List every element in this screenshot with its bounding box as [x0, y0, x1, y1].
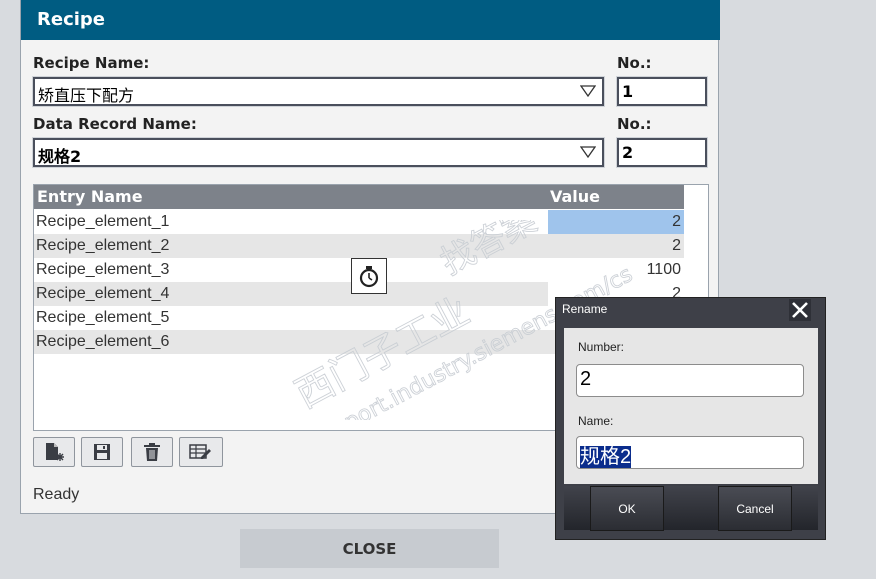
rename-record-button[interactable] [179, 437, 223, 467]
save-button[interactable] [81, 437, 123, 467]
recipe-title: Recipe [21, 0, 720, 40]
table-header: Entry Name Value [34, 185, 684, 209]
entry-name: Recipe_element_4 [36, 285, 170, 302]
number-label: Number: [578, 340, 625, 354]
entry-name: Recipe_element_3 [36, 261, 170, 278]
rename-dialog-title: Rename [562, 302, 608, 316]
table-row[interactable]: Recipe_element_1 2 [34, 210, 684, 234]
save-icon [94, 444, 110, 460]
entry-name: Recipe_element_2 [36, 237, 170, 254]
entry-name: Recipe_element_5 [36, 309, 170, 326]
stopwatch-icon [351, 258, 387, 294]
new-record-icon [46, 443, 64, 461]
rename-dialog-footer: OK Cancel [564, 486, 818, 531]
close-icon[interactable] [789, 299, 811, 321]
delete-button[interactable] [131, 437, 173, 467]
column-value: Value [550, 187, 601, 206]
column-entry-name: Entry Name [37, 187, 143, 206]
ok-button[interactable]: OK [590, 486, 664, 531]
recipe-name-value: 矫直压下配方 [38, 86, 135, 105]
chevron-down-icon [580, 85, 596, 97]
entry-value: 2 [672, 213, 681, 230]
record-no-field[interactable]: 2 [616, 137, 708, 168]
name-input-selected-text: 规格2 [580, 446, 632, 468]
entry-name: Recipe_element_6 [36, 333, 170, 350]
recipe-no-field[interactable]: 1 [616, 76, 708, 107]
new-record-button[interactable] [33, 437, 75, 467]
recipe-name-label: Recipe Name: [33, 54, 150, 72]
rename-dialog: Rename Number: 2 Name: 规格2 OK Cancel [555, 297, 826, 540]
name-label: Name: [578, 414, 614, 428]
entry-value: 1100 [646, 261, 681, 278]
close-button[interactable]: CLOSE [240, 529, 499, 568]
record-no-label: No.: [617, 115, 652, 133]
data-record-value: 规格2 [38, 147, 82, 166]
status-text: Ready [33, 486, 80, 503]
delete-icon [144, 443, 160, 461]
chevron-down-icon [580, 146, 596, 158]
recipe-no-label: No.: [617, 54, 652, 72]
number-input[interactable]: 2 [576, 364, 804, 397]
data-record-name-label: Data Record Name: [33, 115, 197, 133]
name-input[interactable]: 规格2 [576, 436, 804, 469]
value-cell-selected [548, 210, 684, 234]
entry-name: Recipe_element_1 [36, 213, 170, 230]
table-row[interactable]: Recipe_element_2 2 [34, 234, 684, 258]
recipe-name-dropdown[interactable]: 矫直压下配方 [32, 76, 605, 107]
entry-value: 2 [672, 237, 681, 254]
rename-dialog-body: Number: 2 Name: 规格2 [564, 328, 818, 484]
cancel-button[interactable]: Cancel [718, 486, 792, 531]
data-record-dropdown[interactable]: 规格2 [32, 137, 605, 168]
rename-icon [189, 444, 211, 459]
